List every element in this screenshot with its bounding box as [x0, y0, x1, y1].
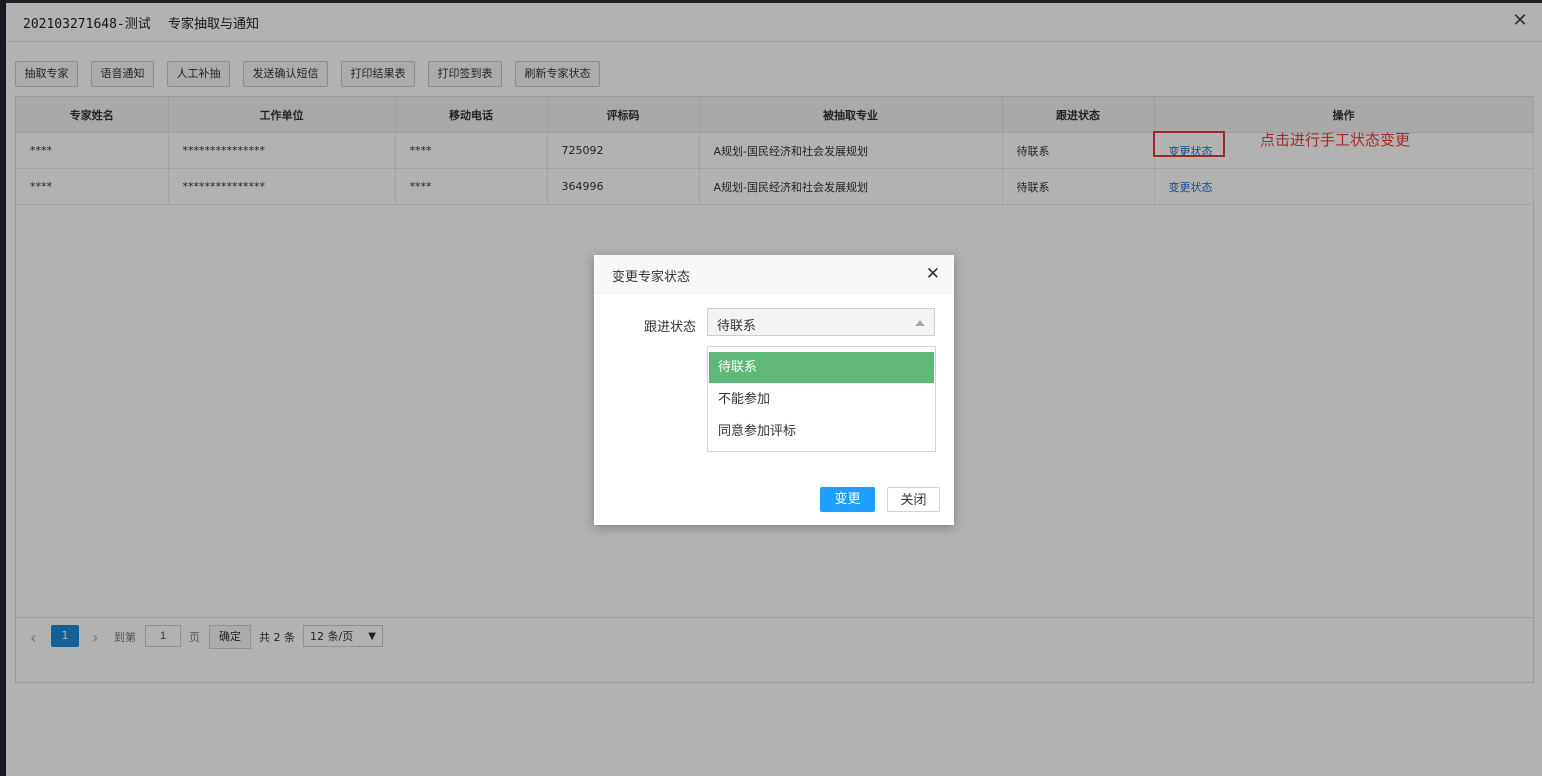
change-button[interactable]: 变更: [820, 487, 875, 512]
status-dropdown: 待联系 不能参加 同意参加评标: [707, 346, 936, 452]
close-button[interactable]: 关闭: [887, 487, 940, 512]
option-cannot-attend[interactable]: 不能参加: [709, 384, 934, 415]
dialog-title: 变更专家状态: [612, 270, 691, 285]
follow-status-select[interactable]: 待联系: [707, 308, 935, 336]
option-agree-attend[interactable]: 同意参加评标: [709, 416, 934, 447]
select-value: 待联系: [717, 319, 757, 334]
dialog-header: 变更专家状态 ✕: [594, 255, 954, 294]
follow-status-label: 跟进状态: [644, 320, 697, 335]
close-icon[interactable]: ✕: [926, 264, 940, 284]
change-status-dialog: 变更专家状态 ✕ 跟进状态 待联系 待联系 不能参加 同意参加评标 变更 关闭: [594, 255, 954, 525]
caret-up-icon: [915, 320, 925, 326]
option-pending-contact[interactable]: 待联系: [709, 352, 934, 383]
